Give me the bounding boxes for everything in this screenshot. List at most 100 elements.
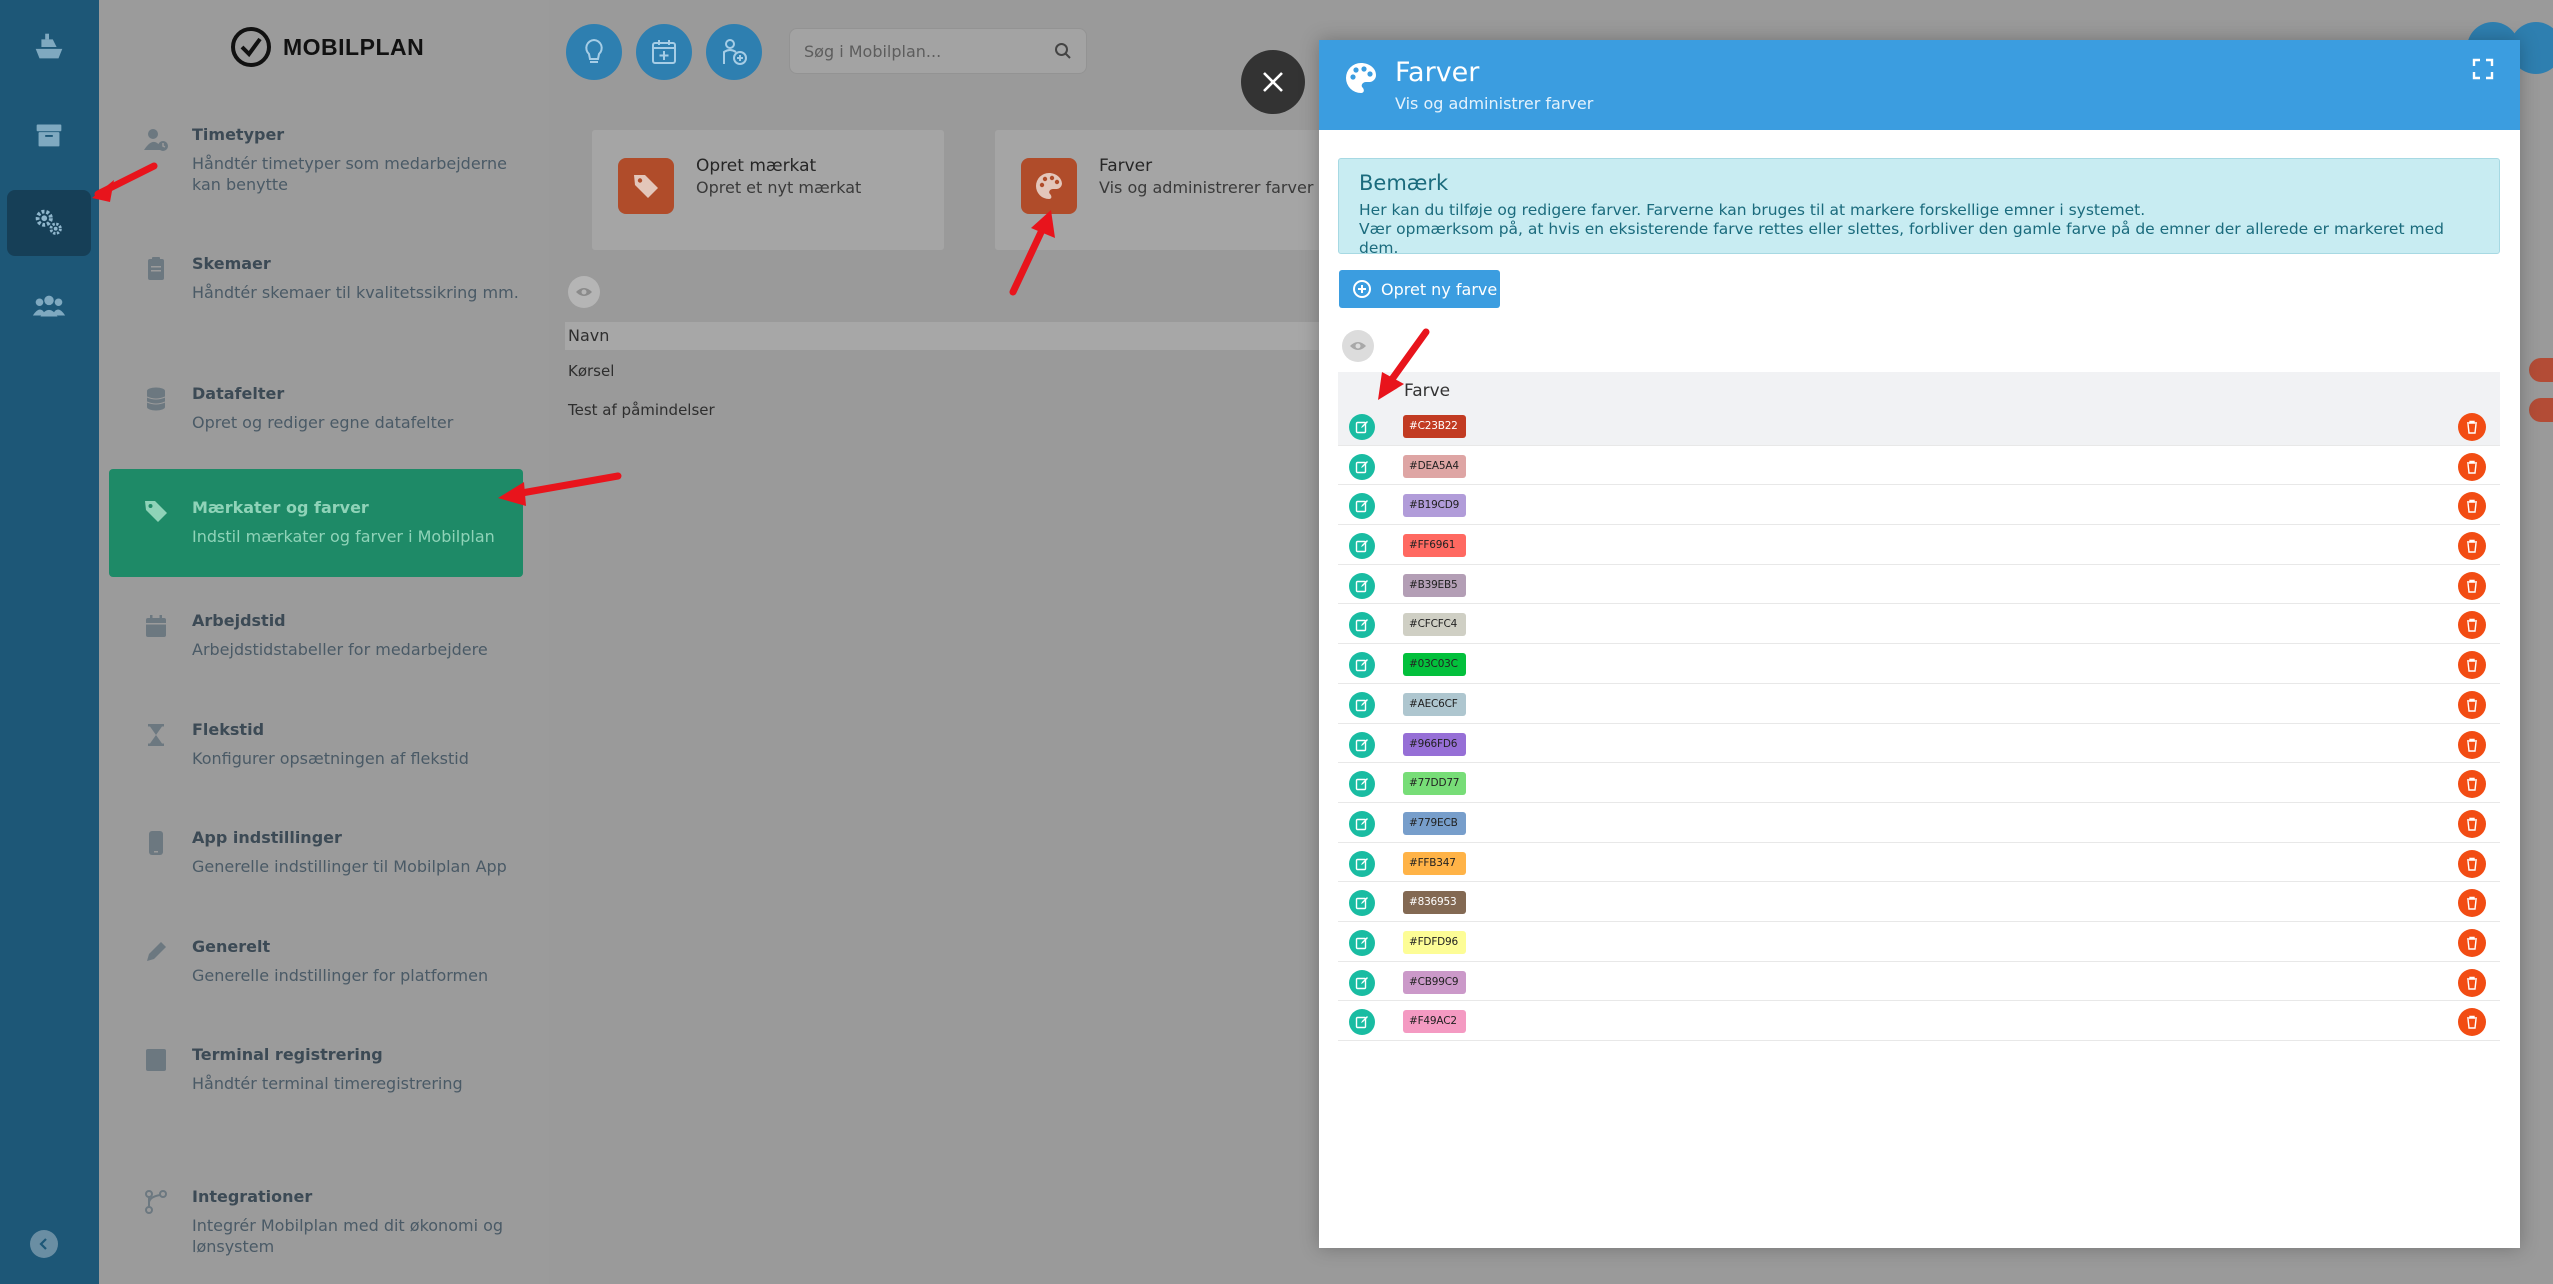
edit-icon [1355, 421, 1368, 434]
edit-color-button[interactable] [1349, 691, 1375, 718]
sidebar-item-integrationer[interactable]: Integrationer Integrér Mobilplan med dit… [109, 1186, 523, 1257]
sidebar-item-desc: Integrér Mobilplan med dit økonomi og lø… [192, 1216, 504, 1256]
edit-color-button[interactable] [1349, 572, 1375, 599]
tablet-icon [146, 1049, 166, 1071]
sidebar-item-timetyper[interactable]: Timetyper Håndtér timetyper som medarbej… [109, 124, 523, 195]
sidebar-item-skemaer[interactable]: Skemaer Håndtér skemaer til kvalitetssik… [109, 253, 523, 303]
delete-color-button[interactable] [2458, 532, 2486, 561]
delete-color-button[interactable] [2458, 889, 2486, 918]
table-row: #C23B22 [1338, 406, 2500, 446]
close-modal-button[interactable] [1241, 50, 1305, 114]
sidebar-item-title: Generelt [192, 937, 271, 956]
sidebar-item-title: Skemaer [192, 254, 271, 273]
ideas-button[interactable] [566, 24, 622, 80]
delete-color-button[interactable] [2458, 968, 2486, 997]
collapse-rail-button[interactable] [30, 1230, 58, 1258]
expand-icon[interactable] [2472, 58, 2494, 80]
edit-color-button[interactable] [1349, 612, 1375, 639]
side-tab[interactable] [2529, 358, 2553, 382]
edit-color-button[interactable] [1349, 731, 1375, 758]
table-row: #FFB347 [1338, 843, 2500, 883]
delete-color-button[interactable] [2458, 651, 2486, 680]
edit-color-button[interactable] [1349, 652, 1375, 679]
trash-icon [2467, 817, 2477, 831]
color-swatch: #836953 [1403, 891, 1466, 915]
table-header-navn[interactable]: Navn [565, 322, 1325, 350]
database-icon [146, 387, 166, 411]
edit-color-button[interactable] [1349, 850, 1375, 877]
edit-color-button[interactable] [1349, 414, 1375, 440]
chevron-left-icon [39, 1238, 47, 1250]
alert-text-line: Her kan du tilføje og redigere farver. F… [1359, 201, 2146, 219]
create-color-button[interactable]: Opret ny farve [1339, 270, 1500, 308]
sidebar-item-desc: Håndtér skemaer til kvalitetssikring mm. [192, 283, 519, 302]
table-row: #B19CD9 [1338, 485, 2500, 526]
sidebar-item-maerkater-og-farver[interactable]: Mærkater og farver Indstil mærkater og f… [109, 469, 523, 577]
side-tab[interactable] [2529, 398, 2553, 422]
sidebar-item-flekstid[interactable]: Flekstid Konfigurer opsætningen af fleks… [109, 719, 523, 769]
calendar-icon [146, 615, 166, 637]
toggle-columns-button[interactable] [1342, 330, 1374, 362]
delete-color-button[interactable] [2458, 849, 2486, 878]
sidebar-item-datafelter[interactable]: Datafelter Opret og rediger egne datafel… [109, 383, 523, 433]
sidebar-item-desc: Opret og rediger egne datafelter [192, 413, 454, 432]
sidebar-item-title: Flekstid [192, 720, 265, 739]
trash-icon [2467, 579, 2477, 593]
rail-settings-button[interactable] [7, 190, 91, 256]
edit-icon [1355, 936, 1368, 950]
edit-color-button[interactable] [1349, 493, 1375, 520]
rail-users-button[interactable] [7, 274, 91, 340]
color-swatch: #03C03C [1403, 653, 1466, 677]
delete-color-button[interactable] [2458, 928, 2486, 957]
tile-title: Opret mærkat [696, 156, 817, 176]
table-row[interactable]: Test af påmindelser [568, 401, 715, 419]
edit-color-button[interactable] [1349, 929, 1375, 956]
delete-color-button[interactable] [2458, 413, 2486, 441]
hourglass-icon [148, 724, 164, 746]
delete-color-button[interactable] [2458, 690, 2486, 719]
edit-color-button[interactable] [1349, 771, 1375, 798]
delete-color-button[interactable] [2458, 452, 2486, 481]
edit-color-button[interactable] [1349, 810, 1375, 837]
edit-color-button[interactable] [1349, 1009, 1375, 1036]
add-employee-button[interactable] [706, 24, 762, 80]
palette-icon [1021, 158, 1077, 214]
sidebar-item-title: Mærkater og farver [192, 498, 369, 517]
rail-archive-button[interactable] [7, 102, 91, 168]
toggle-columns-button[interactable] [568, 276, 600, 308]
delete-color-button[interactable] [2458, 770, 2486, 799]
trash-icon [2467, 976, 2477, 990]
delete-color-button[interactable] [2458, 571, 2486, 600]
delete-color-button[interactable] [2458, 809, 2486, 838]
sidebar-item-app-indstillinger[interactable]: App indstillinger Generelle indstillinge… [109, 827, 523, 877]
tile-opret-maerkat[interactable]: Opret mærkat Opret et nyt mærkat [592, 130, 944, 250]
search-icon[interactable] [1054, 42, 1072, 60]
edit-color-button[interactable] [1349, 453, 1375, 480]
delete-color-button[interactable] [2458, 1008, 2486, 1037]
table-header-farve[interactable]: Farve [1338, 372, 2500, 406]
rail-home-button[interactable] [7, 14, 91, 80]
sidebar-item-desc: Generelle indstillinger for platformen [192, 966, 489, 985]
table-row: #779ECB [1338, 803, 2500, 843]
brand-logo[interactable]: MOBILPLAN [229, 24, 424, 70]
table-row[interactable]: Kørsel [568, 362, 614, 380]
search-input[interactable] [804, 41, 1034, 61]
delete-color-button[interactable] [2458, 730, 2486, 759]
table-row: #AEC6CF [1338, 684, 2500, 724]
delete-color-button[interactable] [2458, 611, 2486, 640]
tile-farver[interactable]: Farver Vis og administrerer farver [995, 130, 1325, 250]
color-swatch: #B39EB5 [1403, 573, 1466, 597]
delete-color-button[interactable] [2458, 492, 2486, 521]
calendar-plus-icon [652, 40, 676, 64]
add-calendar-button[interactable] [636, 24, 692, 80]
pen-icon [147, 942, 166, 961]
sidebar-item-arbejdstid[interactable]: Arbejdstid Arbejdstidstabeller for medar… [109, 610, 523, 660]
edit-icon [1355, 817, 1368, 831]
search-box[interactable] [789, 28, 1087, 74]
color-swatch: #966FD6 [1403, 732, 1466, 756]
sidebar-item-terminal-registrering[interactable]: Terminal registrering Håndtér terminal t… [109, 1044, 523, 1094]
edit-color-button[interactable] [1349, 533, 1375, 560]
edit-color-button[interactable] [1349, 890, 1375, 917]
edit-color-button[interactable] [1349, 969, 1375, 996]
sidebar-item-generelt[interactable]: Generelt Generelle indstillinger for pla… [109, 936, 523, 986]
